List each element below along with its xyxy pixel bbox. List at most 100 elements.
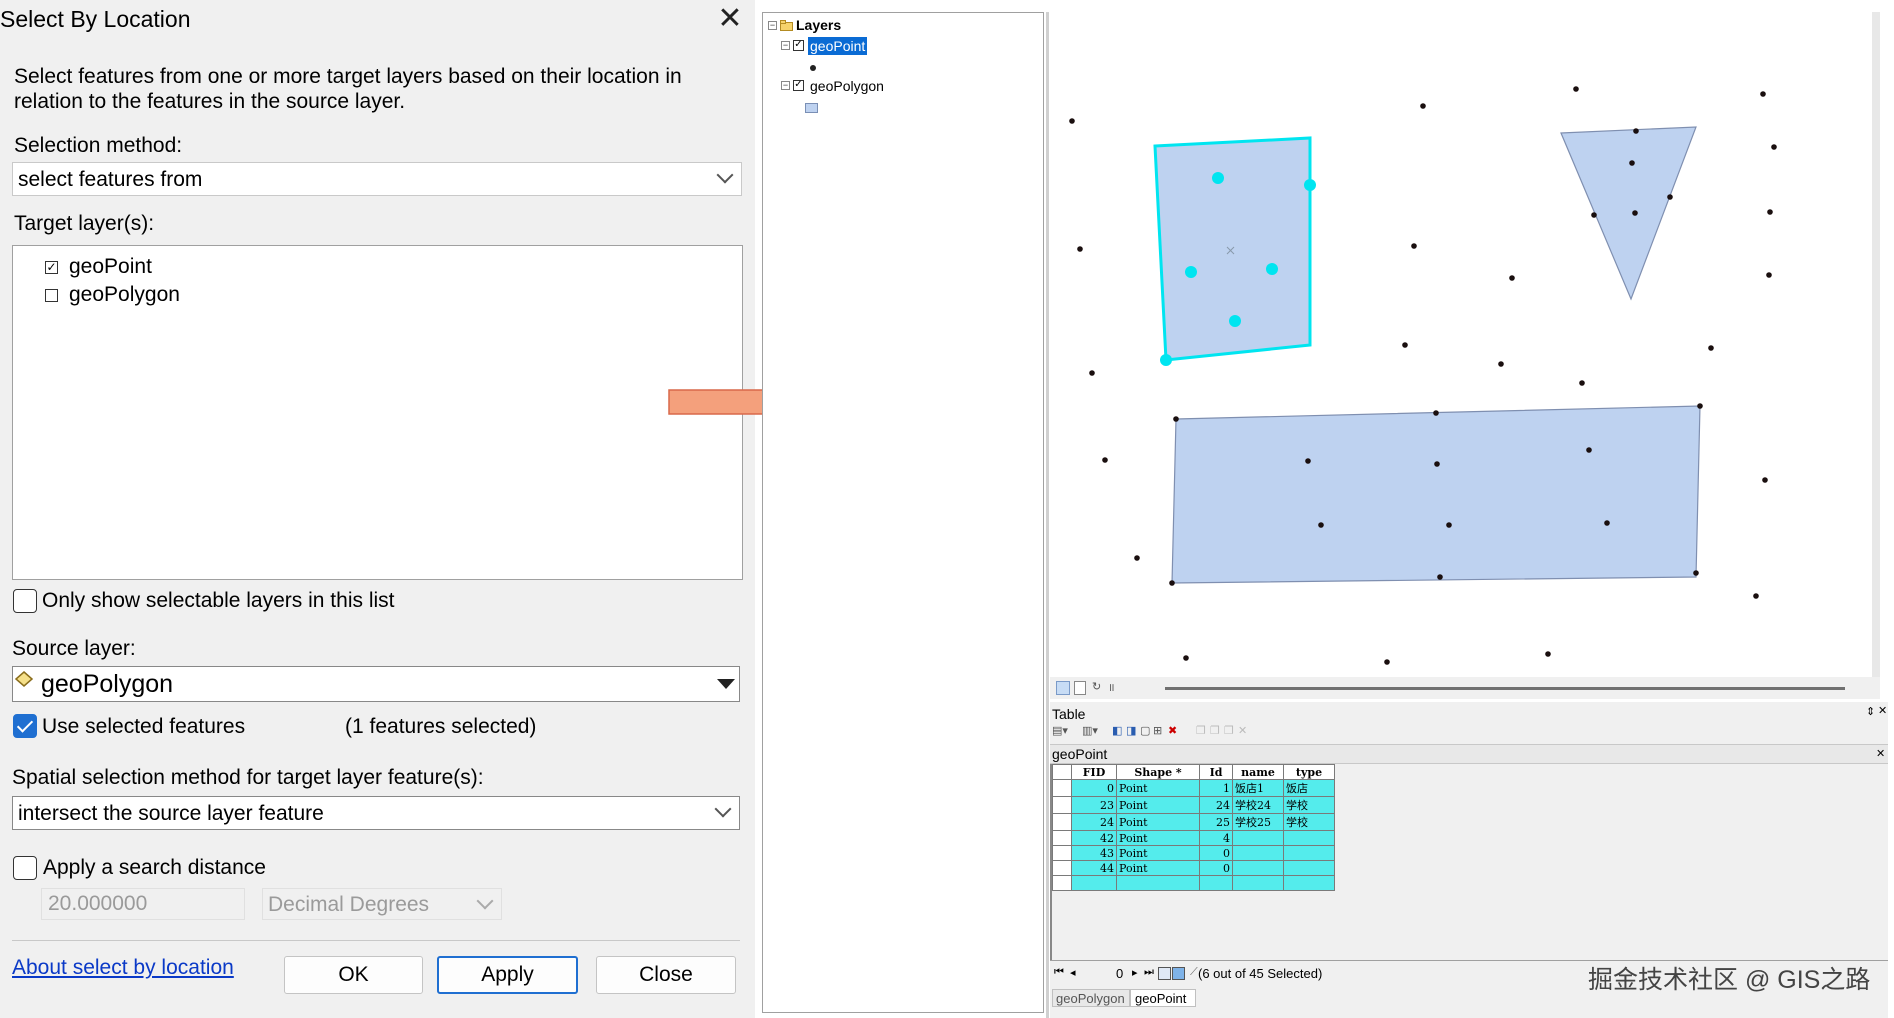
column-header[interactable]: FID	[1071, 764, 1117, 780]
about-link[interactable]: About select by location	[12, 956, 234, 980]
table-row-new[interactable]	[1052, 875, 1335, 891]
splitter[interactable]	[1046, 12, 1049, 1018]
last-record-icon[interactable]: ⏭	[1144, 966, 1154, 979]
cell-fid[interactable]: 24	[1071, 813, 1117, 831]
cell-shape[interactable]: Point	[1116, 796, 1200, 814]
cell-empty[interactable]	[1116, 875, 1200, 891]
cell-id[interactable]: 1	[1199, 779, 1233, 797]
cell-shape[interactable]: Point	[1116, 845, 1200, 861]
list-item-geopolygon[interactable]: geoPolygon	[45, 283, 345, 309]
clear-selection-icon[interactable]: ▢	[1140, 724, 1150, 737]
cell-name[interactable]	[1232, 860, 1284, 876]
switch-selection-icon[interactable]: ◨	[1126, 724, 1136, 737]
cell-shape[interactable]: Point	[1116, 860, 1200, 876]
copy-icon[interactable]: ❐	[1196, 724, 1206, 737]
cell-empty[interactable]	[1199, 875, 1233, 891]
apply-button[interactable]: Apply	[437, 956, 578, 994]
table-row[interactable]: 23 Point 24 学校24 学校	[1052, 796, 1335, 814]
map-vertical-scrollbar[interactable]	[1872, 12, 1880, 677]
delete-selected-icon[interactable]: ✖	[1168, 724, 1177, 737]
cell-id[interactable]: 24	[1199, 796, 1233, 814]
source-layer-dropdown[interactable]: geoPolygon	[12, 666, 740, 702]
cell-id[interactable]: 4	[1199, 830, 1233, 846]
row-selector[interactable]	[1052, 813, 1072, 831]
pause-icon[interactable]: ॥	[1108, 680, 1115, 695]
close-icon[interactable]: ✕	[713, 2, 747, 36]
tab-geopolygon[interactable]: geoPolygon	[1052, 989, 1130, 1007]
pin-icon[interactable]: ⇕	[1866, 705, 1875, 718]
cell-name[interactable]	[1232, 830, 1284, 846]
distance-unit-dropdown[interactable]: Decimal Degrees	[262, 888, 502, 920]
cell-name[interactable]: 学校25	[1232, 813, 1284, 831]
close-icon[interactable]: ✕	[1878, 704, 1887, 717]
collapse-icon[interactable]: −	[781, 81, 790, 90]
cell-fid[interactable]: 44	[1071, 860, 1117, 876]
previous-record-icon[interactable]: ◂	[1070, 966, 1076, 979]
cut-icon[interactable]: ❐	[1224, 724, 1234, 737]
cell-id[interactable]: 0	[1199, 845, 1233, 861]
cell-empty[interactable]	[1232, 875, 1284, 891]
spatial-method-dropdown[interactable]: intersect the source layer feature	[12, 796, 740, 830]
layer-visibility-checkbox[interactable]: ✓	[793, 40, 804, 51]
checkbox-unchecked-icon[interactable]	[45, 289, 58, 302]
show-all-records-icon[interactable]	[1158, 967, 1171, 980]
cell-id[interactable]: 25	[1199, 813, 1233, 831]
table-row[interactable]: 42 Point 4	[1052, 830, 1335, 846]
map-view[interactable]	[1050, 12, 1870, 677]
selection-method-dropdown[interactable]: select features from	[12, 162, 742, 196]
collapse-icon[interactable]: −	[768, 21, 777, 30]
cell-fid[interactable]: 43	[1071, 845, 1117, 861]
search-distance-input[interactable]: 20.000000	[41, 888, 245, 920]
zoom-to-selected-icon[interactable]: ⊞	[1153, 724, 1162, 737]
column-header[interactable]: Shape *	[1116, 764, 1200, 780]
table-row[interactable]: 43 Point 0	[1052, 845, 1335, 861]
ok-button[interactable]: OK	[284, 956, 423, 994]
table-row[interactable]: 44 Point 0	[1052, 860, 1335, 876]
select-by-attributes-icon[interactable]: ◧	[1112, 724, 1122, 737]
cell-type[interactable]: 学校	[1283, 813, 1335, 831]
list-item-geopoint[interactable]: ✓ geoPoint	[45, 255, 345, 281]
cell-shape[interactable]: Point	[1116, 830, 1200, 846]
close-button[interactable]: Close	[596, 956, 736, 994]
show-selected-records-icon[interactable]	[1172, 967, 1185, 980]
cell-fid[interactable]: 23	[1071, 796, 1117, 814]
next-record-icon[interactable]: ▸	[1132, 966, 1138, 979]
layout-view-icon[interactable]	[1074, 681, 1086, 695]
cell-type[interactable]	[1283, 830, 1335, 846]
column-header[interactable]: Id	[1199, 764, 1233, 780]
collapse-icon[interactable]: −	[781, 41, 790, 50]
cell-name[interactable]	[1232, 845, 1284, 861]
data-view-icon[interactable]	[1056, 681, 1070, 695]
cell-empty[interactable]	[1071, 875, 1117, 891]
cell-shape[interactable]: Point	[1116, 813, 1200, 831]
cell-type[interactable]: 饭店	[1283, 779, 1335, 797]
related-tables-icon[interactable]: ▥▾	[1082, 724, 1098, 737]
toc-layer-geopolygon[interactable]: geoPolygon	[810, 78, 884, 94]
refresh-icon[interactable]: ↻	[1092, 680, 1101, 693]
table-row[interactable]: 0 Point 1 饭店1 饭店	[1052, 779, 1335, 797]
cell-fid[interactable]: 0	[1071, 779, 1117, 797]
cell-name[interactable]: 饭店1	[1232, 779, 1284, 797]
table-row[interactable]: 24 Point 25 学校25 学校	[1052, 813, 1335, 831]
current-record-field[interactable]: 0	[1116, 966, 1123, 981]
row-selector[interactable]	[1052, 779, 1072, 797]
toc-layer-geopoint[interactable]: geoPoint	[808, 37, 868, 55]
cell-shape[interactable]: Point	[1116, 779, 1200, 797]
cell-type[interactable]	[1283, 860, 1335, 876]
paste-icon[interactable]: ❐	[1210, 724, 1220, 737]
row-selector[interactable]	[1052, 875, 1072, 891]
cell-fid[interactable]: 42	[1071, 830, 1117, 846]
row-selector[interactable]	[1052, 860, 1072, 876]
map-horizontal-scrollbar[interactable]	[1165, 687, 1845, 690]
row-selector[interactable]	[1052, 796, 1072, 814]
only-selectable-checkbox[interactable]	[13, 589, 37, 613]
row-selector[interactable]	[1052, 830, 1072, 846]
close-icon[interactable]: ✕	[1876, 747, 1885, 760]
use-selected-checkbox[interactable]	[13, 714, 37, 738]
delete-icon[interactable]: ✕	[1238, 724, 1247, 737]
column-header[interactable]: name	[1232, 764, 1284, 780]
table-options-icon[interactable]: ▤▾	[1052, 724, 1068, 737]
search-distance-checkbox[interactable]	[13, 856, 37, 880]
cell-type[interactable]	[1283, 845, 1335, 861]
row-selector[interactable]	[1052, 845, 1072, 861]
